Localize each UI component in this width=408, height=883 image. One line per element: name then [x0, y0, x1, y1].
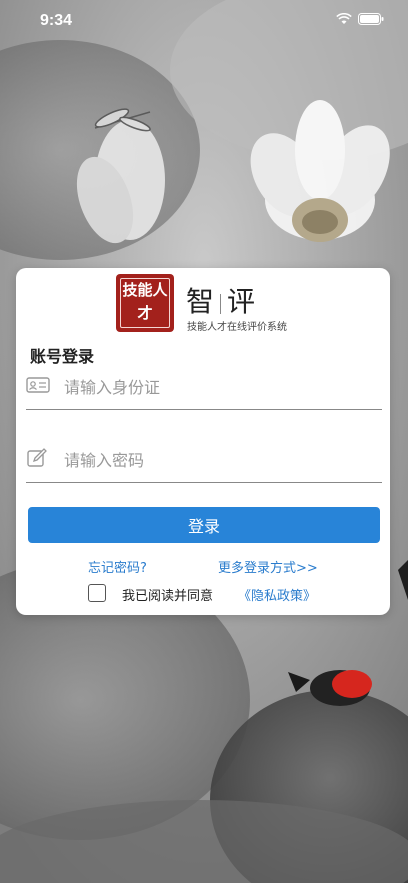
password-field: [26, 436, 382, 483]
edit-icon: [27, 448, 47, 467]
password-input[interactable]: [62, 444, 366, 476]
forgot-password-link[interactable]: 忘记密码?: [88, 557, 147, 576]
seal-logo: 技能人才: [116, 274, 174, 332]
privacy-policy-link[interactable]: 《隐私政策》: [238, 585, 316, 604]
id-number-input[interactable]: [62, 371, 366, 403]
brand-left: 智: [186, 285, 215, 318]
status-icons: [336, 13, 384, 25]
more-login-methods-link[interactable]: 更多登录方式>>: [218, 557, 318, 576]
brand-tagline: 技能人才在线评价系统: [187, 322, 287, 333]
seal-logo-text: 技能人才: [120, 278, 170, 328]
brand-title: 智评: [186, 280, 255, 320]
id-card-icon: [26, 377, 50, 393]
status-time: 9:34: [40, 12, 73, 29]
battery-icon: [358, 13, 384, 25]
agree-text: 我已阅读并同意: [122, 589, 214, 604]
id-number-field: [26, 363, 382, 410]
agree-checkbox[interactable]: [88, 584, 106, 602]
brand-right: 评: [227, 285, 256, 318]
login-button[interactable]: 登录: [28, 507, 380, 543]
login-card: 技能人才 智评 技能人才在线评价系统 账号登录 登录 忘记密码? 更多登录方式>…: [16, 268, 390, 615]
privacy-agreement: 我已阅读并同意 《隐私政策》: [88, 583, 348, 605]
wifi-icon: [336, 13, 352, 24]
app-logo: 技能人才 智评 技能人才在线评价系统: [116, 274, 316, 333]
status-bar: 9:34: [0, 0, 408, 44]
